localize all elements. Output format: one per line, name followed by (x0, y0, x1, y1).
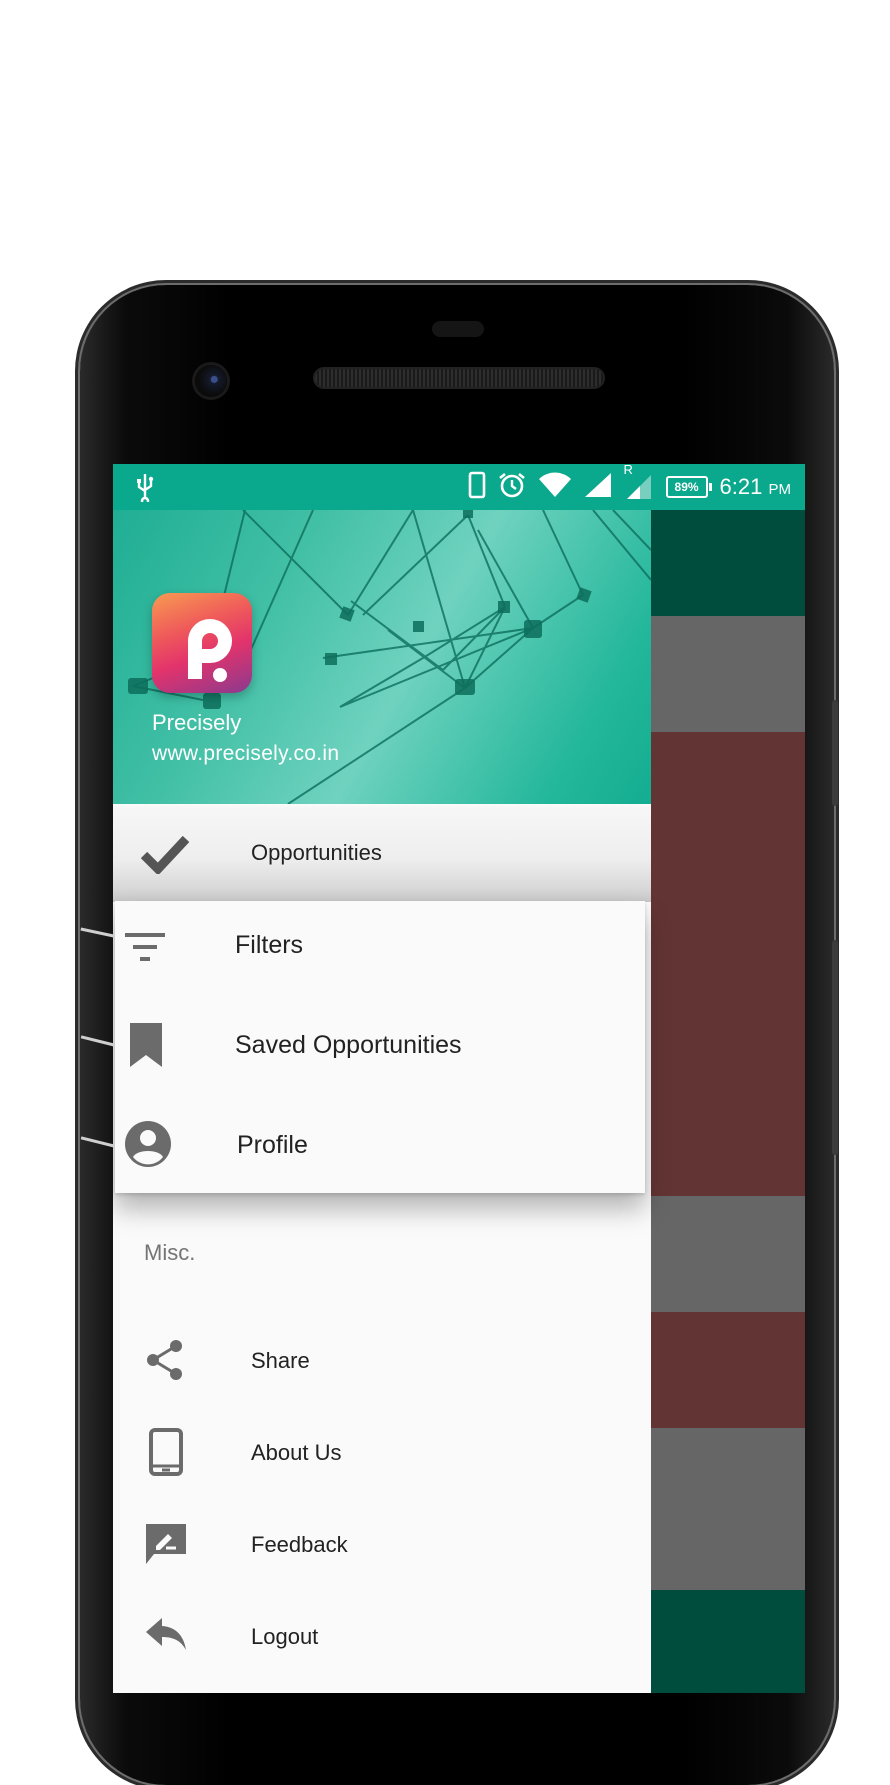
account-circle-icon (125, 1121, 171, 1167)
share-icon (146, 1340, 184, 1380)
power-button (832, 940, 838, 1155)
reply-icon (146, 1618, 186, 1652)
menu-item-about-us[interactable]: About Us (113, 1406, 651, 1498)
menu-item-feedback[interactable]: Feedback (113, 1498, 651, 1590)
section-header-misc: Misc. (144, 1240, 196, 1265)
phone-icon (468, 471, 486, 504)
tablet-icon (149, 1428, 183, 1476)
menu-item-label: Logout (251, 1624, 319, 1649)
app-logo (152, 593, 252, 693)
menu-item-label: Opportunities (251, 840, 382, 865)
menu-item-share[interactable]: Share (113, 1314, 651, 1406)
menu-item-label: Feedback (251, 1532, 348, 1557)
menu-item-opportunities[interactable]: Opportunities (113, 806, 651, 902)
earpiece-speaker (315, 369, 603, 387)
highlighted-menu-card: Filters Saved Opportunities Profile (115, 901, 645, 1193)
app-url[interactable]: www.precisely.co.in (152, 742, 339, 766)
bookmark-icon (130, 1023, 162, 1067)
menu-item-logout[interactable]: Logout (113, 1590, 651, 1682)
alarm-icon (498, 471, 526, 504)
drawer-header: Precisely www.precisely.co.in (113, 510, 651, 804)
menu-item-label: Share (251, 1348, 310, 1373)
filter-icon (125, 927, 165, 967)
usb-icon (135, 472, 155, 507)
battery-icon: 89% (665, 476, 712, 498)
menu-item-label: Filters (235, 931, 304, 959)
menu-item-label: Saved Opportunities (235, 1031, 462, 1059)
signal-icon (584, 472, 612, 503)
wifi-icon (538, 472, 572, 503)
menu-item-label: Profile (237, 1131, 308, 1159)
phone-screen: R 89% 6:21 PM Precisely www.precisely.co… (113, 464, 805, 1693)
menu-item-profile[interactable]: Profile (115, 1099, 645, 1191)
battery-level: 89% (674, 480, 699, 494)
menu-item-saved-opportunities[interactable]: Saved Opportunities (115, 995, 645, 1099)
precisely-logo-icon (188, 619, 232, 682)
check-icon (141, 830, 189, 878)
volume-button (832, 700, 838, 806)
menu-item-label: About Us (251, 1440, 342, 1465)
menu-item-filters[interactable]: Filters (115, 901, 645, 993)
feedback-icon (146, 1524, 186, 1564)
am-pm: PM (768, 481, 792, 498)
time: 6:21 (719, 474, 763, 499)
proximity-sensor (432, 321, 484, 337)
signal-roaming-icon: R (624, 464, 654, 505)
front-camera (195, 365, 227, 397)
status-bar: R 89% 6:21 PM (113, 464, 805, 510)
clock: 6:21 PM (720, 474, 791, 500)
roaming-label: R (623, 464, 633, 477)
app-name: Precisely (152, 710, 242, 735)
navigation-drawer: Precisely www.precisely.co.in Opportunit… (113, 510, 651, 1693)
